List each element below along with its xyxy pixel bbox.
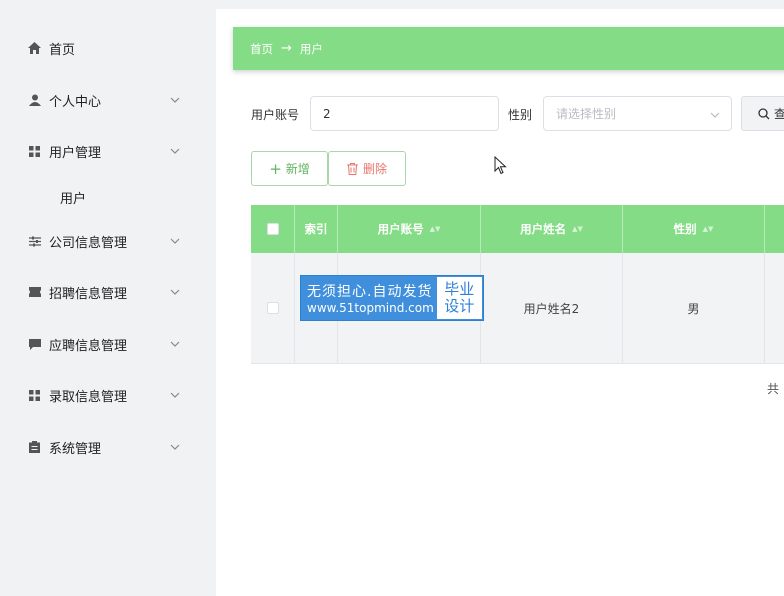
sidebar-item-label: 应聘信息管理 [49,338,128,354]
breadcrumb-separator: → [281,41,292,56]
sidebar-item-label: 个人中心 [49,94,102,110]
select-all-checkbox[interactable] [266,223,279,235]
sidebar-item-label: 录取信息管理 [49,389,128,405]
header-gender[interactable]: 性别 ▲▼ [623,205,765,253]
grid-icon [28,389,41,402]
watermark-url: www.51topmind.com [307,301,434,315]
sidebar-item-admission[interactable]: 录取信息管理 [0,375,200,415]
sidebar-item-company[interactable]: 公司信息管理 [0,221,200,261]
watermark-logo: 无须担心.自动发货 www.51topmind.com 毕业 设计 [300,275,484,321]
message-icon [28,338,41,351]
breadcrumb: 首页 → 用户 [233,27,784,70]
sidebar-item-users[interactable]: 用户管理 [0,131,200,171]
clipboard-icon [28,441,41,454]
chevron-down-icon [170,289,180,295]
sidebar: 首页 个人中心 用户管理 用户 公司信息管理 招聘信息管理 应聘信息管理 录取信… [0,0,216,596]
header-label: 用户姓名 [520,222,567,236]
sidebar-item-system[interactable]: 系统管理 [0,427,200,467]
chevron-down-icon [710,112,720,118]
watermark-slogan: 无须担心.自动发货 [307,284,433,300]
delete-button-label: 删除 [362,162,387,176]
gender-label: 性别 [508,108,533,122]
add-button-label: 新增 [285,162,310,176]
sidebar-item-label: 系统管理 [49,441,102,457]
chevron-down-icon [170,97,180,103]
search-icon [758,107,770,119]
sliders-icon [28,235,41,248]
sidebar-item-label: 招聘信息管理 [49,286,128,302]
chevron-down-icon [170,238,180,244]
sort-icon: ▲▼ [429,225,441,233]
sidebar-item-label: 用户管理 [49,145,102,161]
sidebar-item-home[interactable]: 首页 [0,28,200,68]
home-icon [28,42,41,55]
header-account[interactable]: 用户账号 ▲▼ [338,205,481,253]
breadcrumb-current: 用户 [299,41,323,56]
header-index: 索引 [295,205,338,253]
chevron-down-icon [170,148,180,154]
account-label: 用户账号 [251,108,300,122]
sidebar-item-apply[interactable]: 应聘信息管理 [0,324,200,364]
grid-icon [28,145,41,158]
account-input[interactable]: 2 [310,96,499,131]
watermark-badge-line2: 设计 [444,297,475,315]
row-checkbox[interactable] [266,302,279,314]
watermark-badge-line1: 毕业 [444,279,475,298]
pagination-total: 共 [767,382,780,396]
header-label: 用户账号 [377,222,424,236]
header-more [765,205,784,253]
search-button-label: 查 [774,107,784,121]
select-all-cell [251,205,295,253]
cell-gender-text: 男 [687,301,700,316]
sidebar-item-label: 公司信息管理 [49,235,128,251]
gender-select[interactable]: 请选择性别 [543,96,732,131]
add-button[interactable]: + 新增 [251,151,328,186]
ticket-icon [28,286,41,299]
header-label: 性别 [673,222,697,236]
breadcrumb-home[interactable]: 首页 [250,41,273,57]
sort-icon: ▲▼ [572,225,583,233]
sidebar-item-profile[interactable]: 个人中心 [0,80,200,120]
chevron-down-icon [170,444,180,450]
sidebar-item-label: 首页 [49,42,76,58]
cell-gender: 男 [623,253,765,363]
mouse-cursor-icon [494,156,507,175]
account-input-value: 2 [323,106,331,121]
header-label: 索引 [304,222,328,236]
cell-name: 用户姓名2 [481,253,623,363]
plus-icon: + [269,159,282,178]
trash-icon [346,162,358,175]
chevron-down-icon [170,341,180,347]
chevron-down-icon [170,392,180,398]
row-select-cell [251,253,295,363]
cell-name-text: 用户姓名2 [523,301,580,316]
watermark-badge: 毕业 设计 [436,277,482,319]
sidebar-subitem-user[interactable]: 用户 [60,188,86,207]
header-name[interactable]: 用户姓名 ▲▼ [481,205,623,253]
gender-placeholder: 请选择性别 [556,107,617,121]
delete-button[interactable]: 删除 [328,151,406,186]
search-button[interactable]: 查 [741,96,784,131]
cell-more [765,253,784,363]
table-header: 索引 用户账号 ▲▼ 用户姓名 ▲▼ 性别 ▲▼ [251,205,784,253]
sidebar-item-recruit[interactable]: 招聘信息管理 [0,272,200,312]
sort-icon: ▲▼ [702,225,714,233]
user-icon [28,94,41,107]
